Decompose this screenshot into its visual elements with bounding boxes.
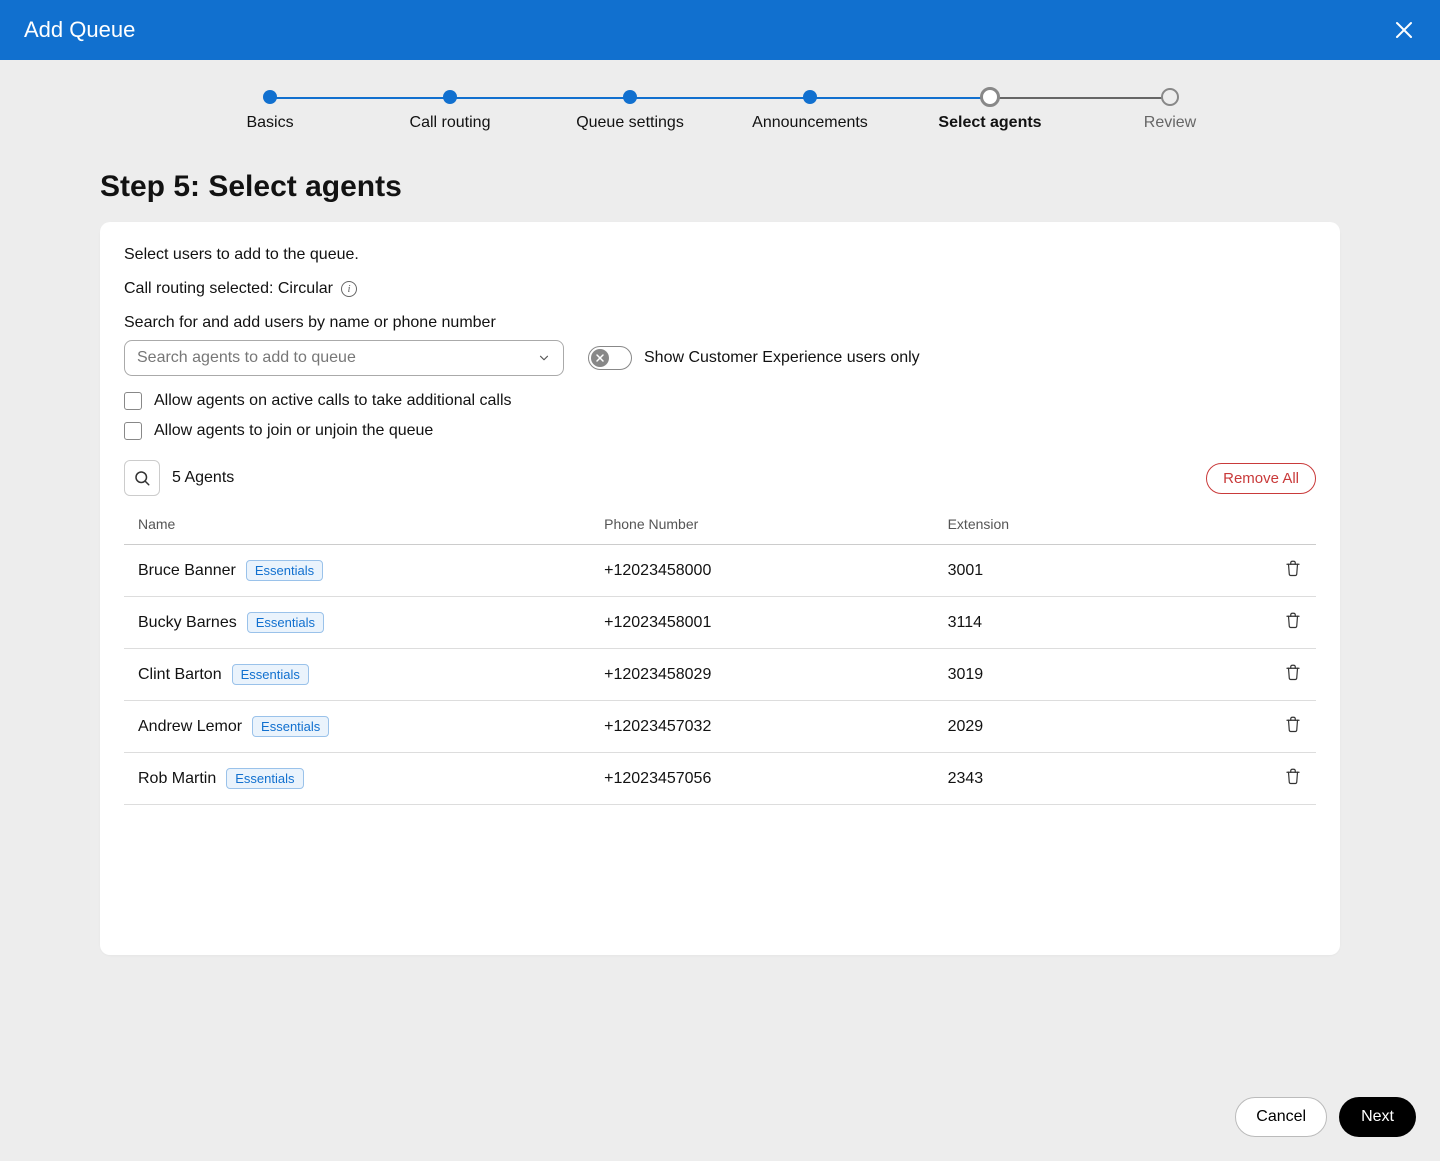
license-badge: Essentials [252,716,329,737]
col-phone: Phone Number [604,516,947,532]
agents-table-header: Name Phone Number Extension [124,504,1316,545]
table-row: Bruce Banner Essentials +120234580003001 [124,545,1316,597]
cx-users-toggle-wrap: Show Customer Experience users only [588,346,920,370]
step-indicator-icon [980,87,1000,107]
close-icon [1392,18,1416,42]
step-connector [990,97,1170,99]
routing-summary: Call routing selected: Circular i [124,280,1316,298]
step-indicator-icon [623,90,637,104]
content-card: Select users to add to the queue. Call r… [100,222,1340,955]
cancel-button[interactable]: Cancel [1235,1097,1327,1137]
routing-summary-text: Call routing selected: Circular [124,280,333,298]
agent-name: Clint Barton [138,666,222,684]
agents-table: Name Phone Number Extension Bruce Banner… [124,504,1316,805]
step-connector [630,97,810,99]
step-indicator-icon [1161,88,1179,106]
allow-join-unjoin-row: Allow agents to join or unjoin the queue [124,422,1316,440]
agent-name-cell: Bucky Barnes Essentials [138,612,604,633]
trash-icon [1284,557,1302,579]
allow-additional-calls-label: Allow agents on active calls to take add… [154,392,512,410]
cx-users-toggle-label: Show Customer Experience users only [644,349,920,367]
remove-all-button[interactable]: Remove All [1206,463,1316,494]
remove-agent-button[interactable] [1284,557,1302,584]
table-row: Clint Barton Essentials +120234580293019 [124,649,1316,701]
toggle-knob-off [591,349,609,367]
table-row: Rob Martin Essentials +120234570562343 [124,753,1316,805]
agent-extension: 3019 [948,666,1242,684]
license-badge: Essentials [246,560,323,581]
remove-agent-button[interactable] [1284,765,1302,792]
trash-icon [1284,713,1302,735]
remove-agent-button[interactable] [1284,713,1302,740]
license-badge: Essentials [247,612,324,633]
agent-name: Bucky Barnes [138,614,237,632]
table-row: Andrew Lemor Essentials +120234570322029 [124,701,1316,753]
agent-phone: +12023458001 [604,614,947,632]
allow-additional-calls-row: Allow agents on active calls to take add… [124,392,1316,410]
agent-extension: 2343 [948,770,1242,788]
agent-extension: 3114 [948,614,1242,632]
step-label: Queue settings [576,114,684,132]
wizard-footer: Cancel Next [1235,1097,1416,1137]
allow-join-unjoin-label: Allow agents to join or unjoin the queue [154,422,433,440]
table-row: Bucky Barnes Essentials +120234580013114 [124,597,1316,649]
agent-extension: 3001 [948,562,1242,580]
agents-toolbar-left: 5 Agents [124,460,234,496]
trash-icon [1284,765,1302,787]
trash-icon [1284,661,1302,683]
agents-count: 5 Agents [172,469,234,487]
modal-header: Add Queue [0,0,1440,60]
col-name: Name [138,516,604,532]
step-indicator-icon [803,90,817,104]
agent-name: Rob Martin [138,770,216,788]
agent-phone: +12023457056 [604,770,947,788]
step-indicator-icon [443,90,457,104]
agent-extension: 2029 [948,718,1242,736]
intro-text: Select users to add to the queue. [124,246,1316,264]
search-icon [133,469,151,487]
search-row: Search agents to add to queue Show Custo… [124,340,1316,376]
agent-name-cell: Clint Barton Essentials [138,664,604,685]
step-connector [450,97,630,99]
agent-name-cell: Rob Martin Essentials [138,768,604,789]
col-ext: Extension [948,516,1242,532]
agent-phone: +12023458029 [604,666,947,684]
info-icon[interactable]: i [341,281,357,297]
remove-agent-button[interactable] [1284,609,1302,636]
step-label: Review [1144,114,1196,132]
step-label: Announcements [752,114,868,132]
search-placeholder: Search agents to add to queue [137,349,356,367]
step-connector [810,97,990,99]
step-connector [270,97,450,99]
agents-toolbar: 5 Agents Remove All [124,460,1316,496]
step-indicator-icon [263,90,277,104]
search-field-label: Search for and add users by name or phon… [124,314,1316,332]
step-label: Basics [246,114,293,132]
license-badge: Essentials [232,664,309,685]
agent-name: Andrew Lemor [138,718,242,736]
stepper: Basics Call routing Queue settings Announce… [0,60,1440,142]
chevron-down-icon [537,351,551,365]
page-title: Step 5: Select agents [0,170,1440,204]
allow-additional-calls-checkbox[interactable] [124,392,142,410]
modal-title: Add Queue [24,17,135,43]
step-basics[interactable]: Basics [180,90,360,132]
agent-phone: +12023457032 [604,718,947,736]
remove-agent-button[interactable] [1284,661,1302,688]
step-label: Call routing [410,114,491,132]
allow-join-unjoin-checkbox[interactable] [124,422,142,440]
trash-icon [1284,609,1302,631]
agent-phone: +12023458000 [604,562,947,580]
cx-users-toggle[interactable] [588,346,632,370]
agents-search-button[interactable] [124,460,160,496]
close-button[interactable] [1392,18,1416,42]
next-button[interactable]: Next [1339,1097,1416,1137]
x-icon [595,353,605,363]
agent-name: Bruce Banner [138,562,236,580]
step-label: Select agents [938,114,1041,132]
agent-name-cell: Andrew Lemor Essentials [138,716,604,737]
license-badge: Essentials [226,768,303,789]
agent-name-cell: Bruce Banner Essentials [138,560,604,581]
search-agents-input[interactable]: Search agents to add to queue [124,340,564,376]
